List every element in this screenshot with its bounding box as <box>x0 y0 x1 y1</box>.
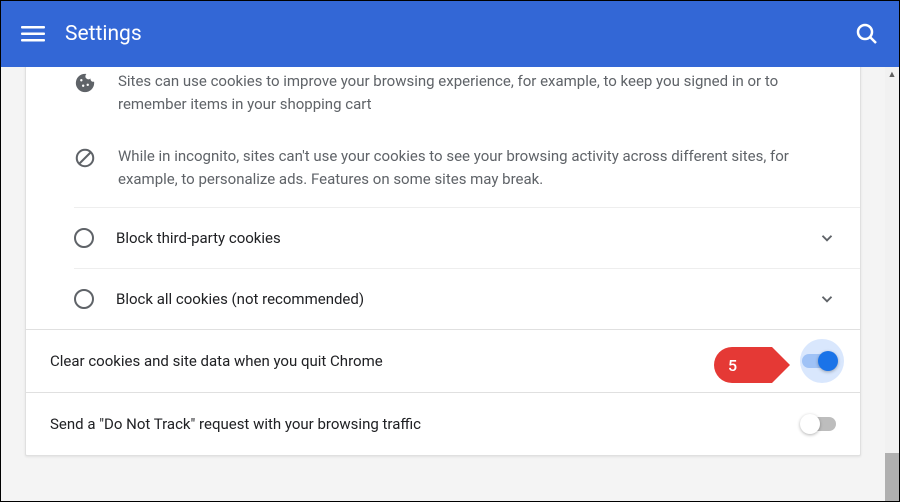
block-icon <box>74 147 96 169</box>
toggle-do-not-track[interactable] <box>802 417 836 431</box>
option-label: Block third-party cookies <box>116 229 818 247</box>
search-icon[interactable] <box>855 22 879 46</box>
settings-card: Sites can use cookies to improve your br… <box>25 67 861 456</box>
callout-number: 5 <box>728 356 737 375</box>
content-area: Sites can use cookies to improve your br… <box>1 67 885 501</box>
toggle-knob <box>818 351 838 371</box>
scrollbar[interactable]: ▲ <box>885 67 899 501</box>
menu-icon[interactable] <box>21 22 45 46</box>
toggle-wrap <box>802 417 836 431</box>
setting-do-not-track: Send a "Do Not Track" request with your … <box>26 392 860 455</box>
info-item-cookies: Sites can use cookies to improve your br… <box>26 67 860 133</box>
chevron-down-icon[interactable] <box>818 290 836 308</box>
info-text: Sites can use cookies to improve your br… <box>118 70 836 117</box>
radio-icon[interactable] <box>74 228 94 248</box>
toggle-knob <box>800 414 820 434</box>
radio-icon[interactable] <box>74 289 94 309</box>
setting-clear-on-exit: Clear cookies and site data when you qui… <box>26 329 860 392</box>
cookie-icon <box>74 72 96 94</box>
toggle-wrap <box>802 354 836 368</box>
annotation-callout: 5 <box>714 347 772 383</box>
info-item-incognito: While in incognito, sites can't use your… <box>26 133 860 208</box>
option-label: Block all cookies (not recommended) <box>116 290 818 308</box>
setting-label: Send a "Do Not Track" request with your … <box>50 415 802 433</box>
toggle-clear-on-exit[interactable] <box>802 354 836 368</box>
chevron-down-icon[interactable] <box>818 229 836 247</box>
option-block-all[interactable]: Block all cookies (not recommended) <box>74 268 860 329</box>
option-block-third-party[interactable]: Block third-party cookies <box>74 207 860 268</box>
info-text: While in incognito, sites can't use your… <box>118 145 836 192</box>
scrollbar-thumb[interactable] <box>885 453 899 501</box>
scrollbar-up-icon[interactable]: ▲ <box>885 67 899 81</box>
page-title: Settings <box>65 22 855 46</box>
setting-label: Clear cookies and site data when you qui… <box>50 352 802 370</box>
topbar: Settings <box>1 1 899 67</box>
